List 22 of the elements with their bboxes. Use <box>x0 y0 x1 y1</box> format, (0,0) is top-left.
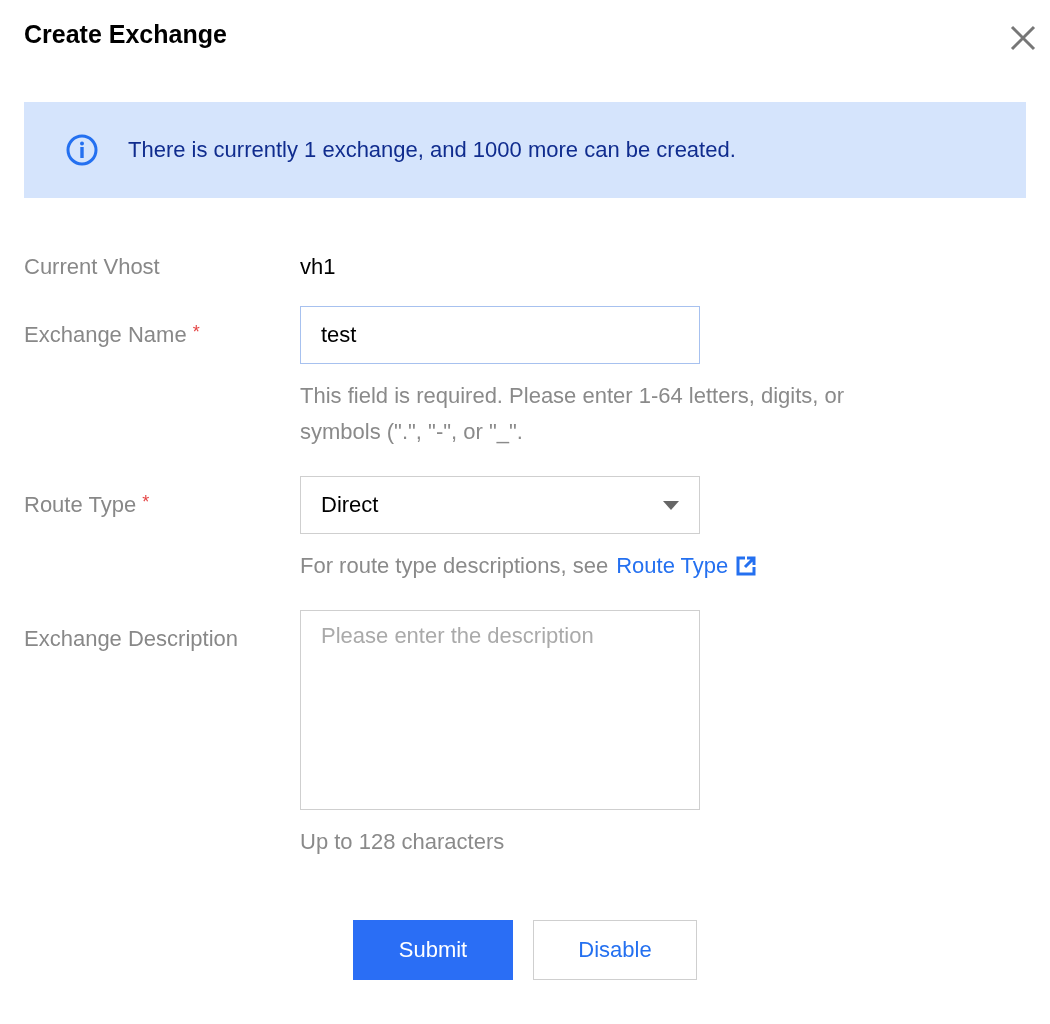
dropdown[interactable]: Direct <box>300 476 700 534</box>
route-type-link[interactable]: Route Type <box>616 548 729 584</box>
submit-button[interactable]: Submit <box>353 920 513 980</box>
help-text: This field is required. Please enter 1-64 letters, digits, or symbols (".", "-", or "_". <box>300 382 846 446</box>
field-value: vh1 <box>300 254 336 280</box>
external-link-icon[interactable] <box>736 556 757 576</box>
caret-icon <box>663 500 679 510</box>
close-icon[interactable] <box>1010 25 1036 51</box>
field-label: Route Type <box>24 492 137 518</box>
required-mark: * <box>192 322 200 343</box>
field-label: Current Vhost <box>24 254 160 280</box>
description-field[interactable]: Please enter the description <box>300 610 700 810</box>
help-text: For route type descriptions, see <box>300 552 609 580</box>
dialog-title: Create Exchange <box>24 19 227 49</box>
info-text: There is currently 1 exchange, and 1000 more can be created. <box>128 137 736 163</box>
field-label: Exchange Name <box>24 322 187 348</box>
info-icon <box>66 134 98 166</box>
field-label: Exchange Description <box>24 626 238 652</box>
input-field[interactable]: test <box>300 306 700 364</box>
disable-button[interactable]: Disable <box>533 920 697 980</box>
help-text: Up to 128 characters <box>300 828 506 856</box>
required-mark: * <box>142 492 150 513</box>
